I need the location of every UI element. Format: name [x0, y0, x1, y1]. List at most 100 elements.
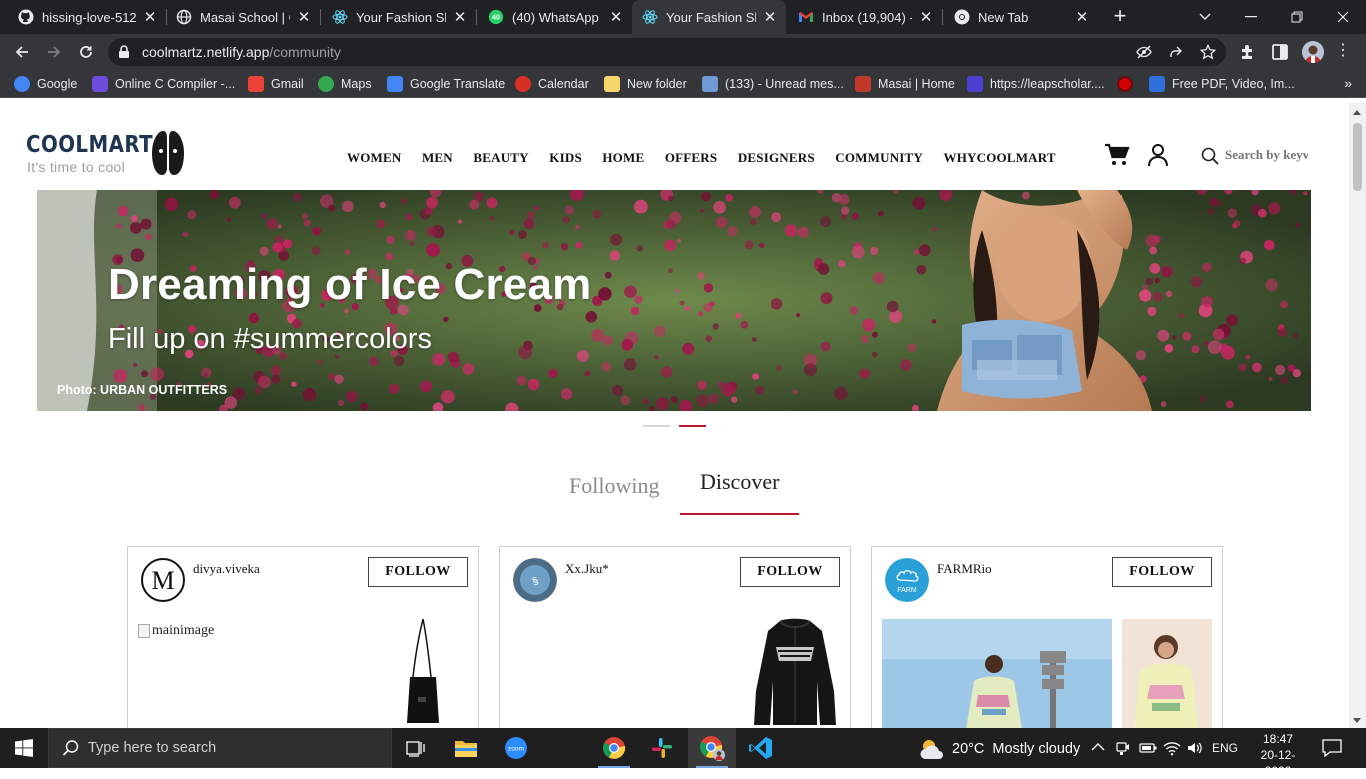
follow-button[interactable]: FOLLOW	[1112, 557, 1212, 587]
meet-now-icon[interactable]	[1116, 740, 1130, 756]
taskbar-file-explorer[interactable]	[442, 728, 490, 768]
bookmark-item[interactable]: Free PDF, Video, Im...	[1149, 75, 1295, 93]
start-button[interactable]	[0, 728, 48, 768]
jacket-thumbnail[interactable]	[750, 617, 840, 727]
bookmark-item[interactable]: Calendar	[515, 75, 589, 93]
follow-button[interactable]: FOLLOW	[740, 557, 840, 587]
close-window-button[interactable]	[1320, 0, 1366, 34]
bookmark-item[interactable]: Masai | Home	[855, 75, 955, 93]
close-icon[interactable]: ✕	[1074, 9, 1090, 26]
more-bookmarks-icon[interactable]: »	[1344, 75, 1352, 91]
scroll-thumb[interactable]	[1353, 123, 1362, 191]
carousel-dot-2-active[interactable]	[679, 425, 706, 427]
nav-home[interactable]: HOME	[602, 150, 644, 166]
browser-tab[interactable]: Your Fashion Sho ✕	[322, 0, 476, 34]
bookmark-item[interactable]	[1117, 75, 1140, 93]
star-icon[interactable]	[1200, 44, 1216, 60]
browser-tab[interactable]: New Tab ✕	[944, 0, 1098, 34]
post-card[interactable]: § Xx.Jku* FOLLOW	[499, 546, 851, 728]
nav-kids[interactable]: KIDS	[549, 150, 582, 166]
avatar[interactable]: FARM	[885, 558, 929, 602]
scroll-up-arrow[interactable]	[1353, 110, 1361, 115]
page-scrollbar[interactable]	[1349, 103, 1366, 728]
forward-button[interactable]	[42, 40, 66, 64]
avatar[interactable]: §	[513, 558, 557, 602]
back-button[interactable]	[10, 40, 34, 64]
hero-banner[interactable]: Dreaming of Ice Cream Fill up on #summer…	[37, 190, 1311, 411]
user-icon[interactable]	[1147, 143, 1169, 167]
avatar[interactable]: M	[141, 558, 185, 602]
close-icon[interactable]: ✕	[762, 9, 778, 26]
system-clock[interactable]: 18:47 20-12-2022	[1256, 731, 1300, 779]
carousel-dot-1[interactable]	[643, 425, 670, 427]
nav-designers[interactable]: DESIGNERS	[738, 150, 815, 166]
weather-widget[interactable]: 20°C Mostly cloudy	[918, 737, 1080, 761]
taskbar-vscode[interactable]	[737, 728, 785, 768]
volume-icon[interactable]	[1186, 740, 1204, 756]
nav-whycoolmart[interactable]: WHYCOOLMART	[944, 150, 1056, 166]
bookmark-item[interactable]: Google Translate	[387, 75, 505, 93]
browser-tab[interactable]: Masai School | Co ✕	[166, 0, 320, 34]
tab-discover[interactable]: Discover	[700, 469, 779, 495]
language-indicator[interactable]: ENG	[1212, 741, 1238, 755]
browser-tab[interactable]: hissing-love-5128 ✕	[8, 0, 166, 34]
post-card[interactable]: M divya.viveka FOLLOW mainimage	[127, 546, 479, 728]
browser-tab[interactable]: 40 (40) WhatsApp ✕	[478, 0, 632, 34]
tab-following[interactable]: Following	[569, 473, 659, 499]
address-bar[interactable]: coolmartz.netlify.app/community	[108, 38, 1226, 66]
username[interactable]: FARMRio	[937, 561, 992, 577]
notifications-icon[interactable]	[1322, 739, 1342, 757]
username[interactable]: Xx.Jku*	[565, 561, 609, 577]
chevron-up-icon[interactable]	[1091, 742, 1105, 752]
close-icon[interactable]: ✕	[296, 9, 312, 26]
bookmark-item[interactable]: Google	[14, 75, 77, 93]
bookmark-item[interactable]: Gmail	[248, 75, 304, 93]
model-photo-side[interactable]	[1122, 619, 1212, 728]
extensions-icon[interactable]	[1238, 42, 1258, 62]
taskbar-chrome[interactable]	[590, 728, 638, 768]
follow-button[interactable]: FOLLOW	[368, 557, 468, 587]
profile-avatar[interactable]	[1302, 41, 1324, 63]
browser-tab[interactable]: Inbox (19,904) - s ✕	[788, 0, 942, 34]
close-icon[interactable]: ✕	[452, 9, 468, 26]
close-icon[interactable]: ✕	[142, 9, 158, 26]
task-view-button[interactable]	[392, 728, 440, 768]
post-card[interactable]: FARM FARMRio FOLLOW	[871, 546, 1223, 728]
new-tab-button[interactable]: +	[1108, 5, 1132, 29]
share-icon[interactable]	[1168, 44, 1184, 60]
model-photo-main[interactable]	[882, 619, 1112, 728]
bookmark-item[interactable]: https://leapscholar....	[967, 75, 1105, 93]
reload-button[interactable]	[74, 40, 98, 64]
username[interactable]: divya.viveka	[193, 561, 260, 577]
eye-off-icon[interactable]	[1136, 44, 1152, 60]
scroll-down-arrow[interactable]	[1353, 718, 1361, 723]
taskbar-search[interactable]: Type here to search	[48, 728, 392, 768]
site-search[interactable]	[1200, 145, 1308, 167]
bookmark-item[interactable]: New folder	[604, 75, 687, 93]
bookmark-item[interactable]: (133) - Unread mes...	[702, 75, 844, 93]
site-logo[interactable]: COOLMART It's time to cool	[26, 129, 196, 179]
cart-icon[interactable]	[1104, 143, 1130, 167]
browser-tab-active[interactable]: Your Fashion Sho ✕	[632, 0, 786, 34]
restore-button[interactable]	[1274, 0, 1320, 34]
close-icon[interactable]: ✕	[918, 9, 934, 26]
nav-community[interactable]: COMMUNITY	[835, 150, 923, 166]
side-panel-icon[interactable]	[1270, 42, 1290, 62]
close-icon[interactable]: ✕	[608, 9, 624, 26]
taskbar-zoom[interactable]: zoom	[492, 728, 540, 768]
tab-search-button[interactable]	[1182, 0, 1228, 34]
minimize-button[interactable]	[1228, 0, 1274, 34]
bookmark-item[interactable]: Maps	[318, 75, 372, 93]
battery-icon[interactable]	[1139, 740, 1157, 756]
lock-icon[interactable]	[118, 45, 130, 59]
nav-women[interactable]: WOMEN	[347, 150, 401, 166]
nav-beauty[interactable]: BEAUTY	[473, 150, 528, 166]
nav-men[interactable]: MEN	[422, 150, 453, 166]
taskbar-slack[interactable]	[638, 728, 686, 768]
menu-button[interactable]: ⋮	[1334, 43, 1352, 63]
bookmark-item[interactable]: Online C Compiler -...	[92, 75, 235, 93]
wifi-icon[interactable]	[1163, 740, 1181, 756]
taskbar-chrome-profile[interactable]	[688, 728, 736, 768]
nav-offers[interactable]: OFFERS	[665, 150, 717, 166]
search-input[interactable]	[1225, 145, 1308, 165]
